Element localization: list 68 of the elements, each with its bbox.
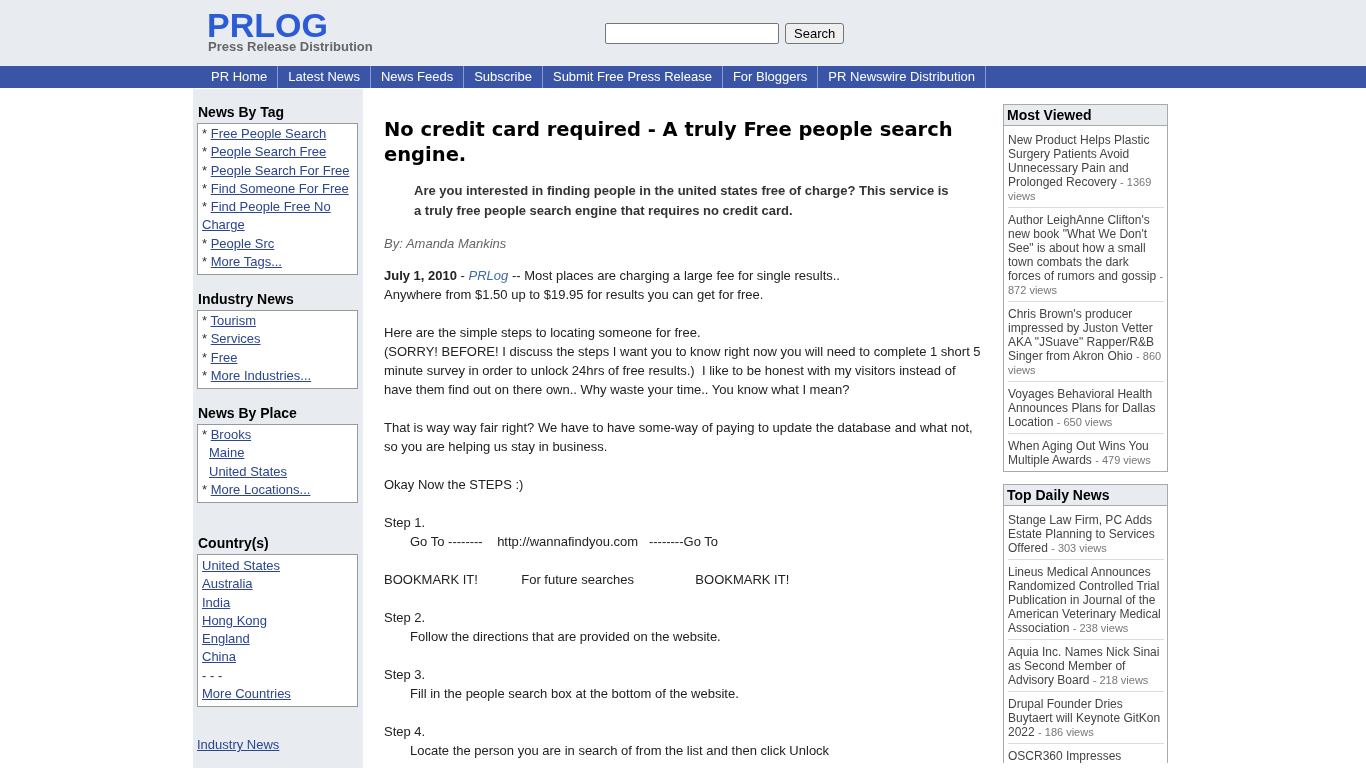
country-link[interactable]: China	[202, 649, 236, 665]
headline-link[interactable]: Lineus Medical Announces Randomized Controlled Trial Publication in Journal of the American Veterinary Medical Association - 238 views	[1008, 565, 1164, 635]
sidebar-link[interactable]: * Services	[202, 330, 261, 349]
body-paragraph: BOOKMARK IT! For future searches BOOKMARK IT!	[384, 570, 791, 589]
country-link[interactable]: United States	[202, 558, 281, 573]
headline-link[interactable]: Aquia Inc. Names Nick Sinai as Second Member of Advisory Board - 218 views	[1008, 645, 1164, 687]
headline-link[interactable]: When Aging Out Wins You Multiple Awards - 479 views	[1008, 439, 1164, 467]
sidebar-link[interactable]: * More Tags...	[202, 252, 282, 271]
dash-separator: - - -	[202, 667, 223, 683]
nav-link[interactable]: Latest News	[278, 66, 371, 88]
source-link[interactable]: PRLog	[468, 267, 509, 283]
headline-link[interactable]: Drupal Founder Dries Buytaert will Keynote GitKon 2022 - 186 views	[1008, 697, 1164, 739]
step-instruction: Go To -------- http://wannafindyou.com --------Go To	[409, 532, 719, 551]
article-summary: Are you interested in finding people in the united states free of charge? This service is a truly free people search engine that requires no credit card.	[414, 181, 950, 220]
headline-link[interactable]: OSCR360 Impresses	[1008, 749, 1164, 763]
sidebar-link[interactable]: * People Src	[202, 234, 275, 253]
sidebar-link[interactable]: * People Search For Free	[202, 161, 350, 180]
sidebar-link[interactable]: United States	[202, 462, 288, 481]
body-paragraph: That is way way fair right? We have to have some-way of paying to update the database and what not, so you are helping us stay in business.	[384, 418, 974, 456]
nav-link[interactable]: For Bloggers	[722, 66, 819, 88]
body-paragraph: July 1, 2010 - PRLog -- Most places are charging a large fee for single results.. Anywhere from $1.50 up to $19.95 for results you can get for free.	[384, 266, 841, 304]
step-instruction: Fill in the people search box at the bottom of the website.	[409, 684, 740, 703]
section-heading: Country(s)	[198, 534, 270, 552]
sidebar-link[interactable]: * Free People Search	[202, 125, 327, 144]
sidebar-link[interactable]: * More Industries...	[202, 366, 312, 385]
headline-link[interactable]: Stange Law Firm, PC Adds Estate Planning to Services Offered - 303 views	[1008, 513, 1164, 555]
article-title: No credit card required - A truly Free people search engine.	[384, 117, 954, 167]
step-instruction: Locate the person you are in search of from the list and then click Unlock	[409, 741, 831, 760]
headline-link[interactable]: Chris Brown's producer impressed by Juston Vetter AKA "JSuave" Rapper/R&B Singer from Akron Ohio - 860 views	[1008, 307, 1164, 377]
step-title: Step 1.	[384, 513, 427, 532]
panel-heading: Most Viewed	[1004, 105, 1167, 126]
country-link[interactable]: More Countries	[202, 685, 291, 701]
sidebar-link[interactable]: * Find Someone For Free	[202, 179, 349, 198]
sidebar-link[interactable]: * Tourism	[202, 312, 256, 331]
step-title: Step 3.	[384, 665, 427, 684]
sidebar-link[interactable]: * Free	[202, 348, 238, 367]
sidebar-link[interactable]: * Brooks	[202, 426, 252, 445]
country-link[interactable]: Australia	[202, 576, 253, 592]
headline-link[interactable]: Voyages Behavioral Health Announces Plans for Dallas Location - 650 views	[1008, 387, 1164, 429]
tagline: Press Release Distribution	[208, 39, 373, 54]
headline-link[interactable]: New Product Helps Plastic Surgery Patients Avoid Unnecessary Pain and Prolonged Recovery - 1369 views	[1008, 133, 1164, 203]
panel-heading: Top Daily News	[1004, 485, 1167, 506]
country-link[interactable]: Hong Kong	[202, 612, 268, 628]
nav-link[interactable]: News Feeds	[370, 66, 465, 88]
nav-link[interactable]: Subscribe	[464, 66, 543, 88]
nav-link[interactable]: PR Newswire Distribution	[818, 66, 986, 88]
step-title: Step 4.	[384, 722, 427, 741]
sidebar-link[interactable]: Industry News	[197, 736, 280, 754]
step-instruction: Follow the directions that are provided on the website.	[409, 627, 722, 646]
section-heading: News By Place	[198, 404, 298, 422]
country-link[interactable]: India	[202, 594, 231, 610]
headline-link[interactable]: Author LeighAnne Clifton's new book "What We Don't See" is about how a small town combats the dark forces of rumors and gossip - 872 views	[1008, 213, 1164, 297]
country-link[interactable]: England	[202, 631, 250, 646]
step-title: Step 2.	[384, 608, 427, 627]
sidebar-link[interactable]: * Find People Free No Charge	[202, 198, 353, 235]
section-heading: News By Tag	[198, 103, 286, 121]
nav-link[interactable]: PR Home	[201, 66, 279, 88]
site-logo[interactable]: PRLOG	[207, 8, 328, 42]
nav-link[interactable]: Submit Free Press Release	[542, 66, 723, 88]
body-paragraph: Okay Now the STEPS :)	[384, 475, 525, 494]
sidebar-link[interactable]: * More Locations...	[202, 480, 311, 499]
search-button[interactable]: Search	[785, 23, 845, 44]
section-heading: Industry News	[198, 290, 295, 308]
search-field[interactable]	[605, 23, 779, 44]
body-paragraph: Here are the simple steps to locating someone for free. (SORRY! BEFORE! I discuss the steps I want you to know right now you will need to complete 1 short 5 minute survey in order to unlock 24hrs of free results.) I like to be honest with my visitors instead of have them find out on there own.. Why waste your time.. You know what I mean?	[384, 323, 982, 399]
sidebar-link[interactable]: * People Search Free	[202, 143, 327, 162]
sidebar-link[interactable]: Maine	[202, 444, 245, 463]
byline: By: Amanda Mankins	[384, 234, 508, 253]
